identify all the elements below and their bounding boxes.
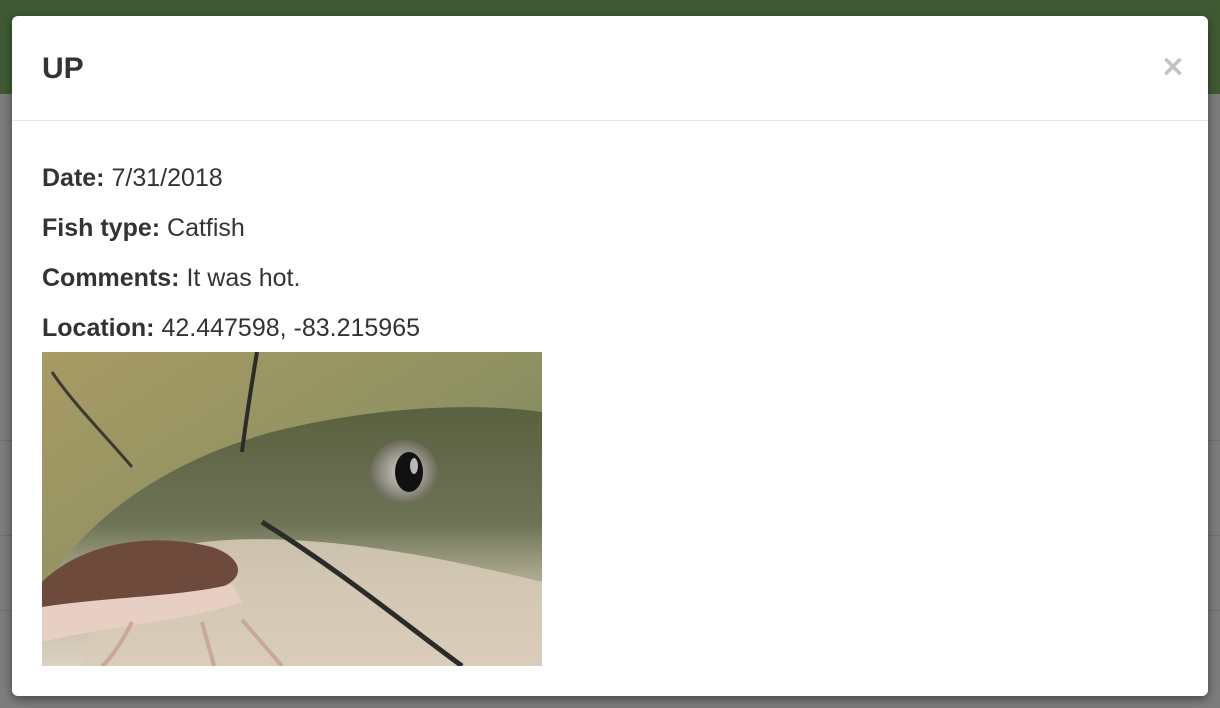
date-value: 7/31/2018 (111, 164, 223, 192)
fish-type-value: Catfish (167, 214, 245, 242)
fish-type-field: Fish type: Catfish (42, 211, 1172, 261)
modal-title: UP (42, 52, 84, 85)
modal-header: UP × (12, 16, 1208, 121)
date-label: Date: (42, 164, 105, 192)
location-value: 42.447598, -83.215965 (161, 314, 421, 342)
location-label: Location: (42, 314, 155, 342)
modal-body: Date: 7/31/2018 Fish type: Catfish Comme… (42, 161, 1172, 361)
fish-type-label: Fish type: (42, 214, 161, 242)
date-field: Date: 7/31/2018 (42, 161, 1172, 211)
comments-label: Comments: (42, 264, 180, 292)
comments-value: It was hot. (186, 264, 301, 292)
comments-field: Comments: It was hot. (42, 261, 1172, 311)
catfish-photo (42, 352, 542, 666)
detail-modal: UP × Date: 7/31/2018 Fish type: Catfish … (12, 16, 1208, 696)
close-button[interactable]: × (1158, 50, 1188, 84)
